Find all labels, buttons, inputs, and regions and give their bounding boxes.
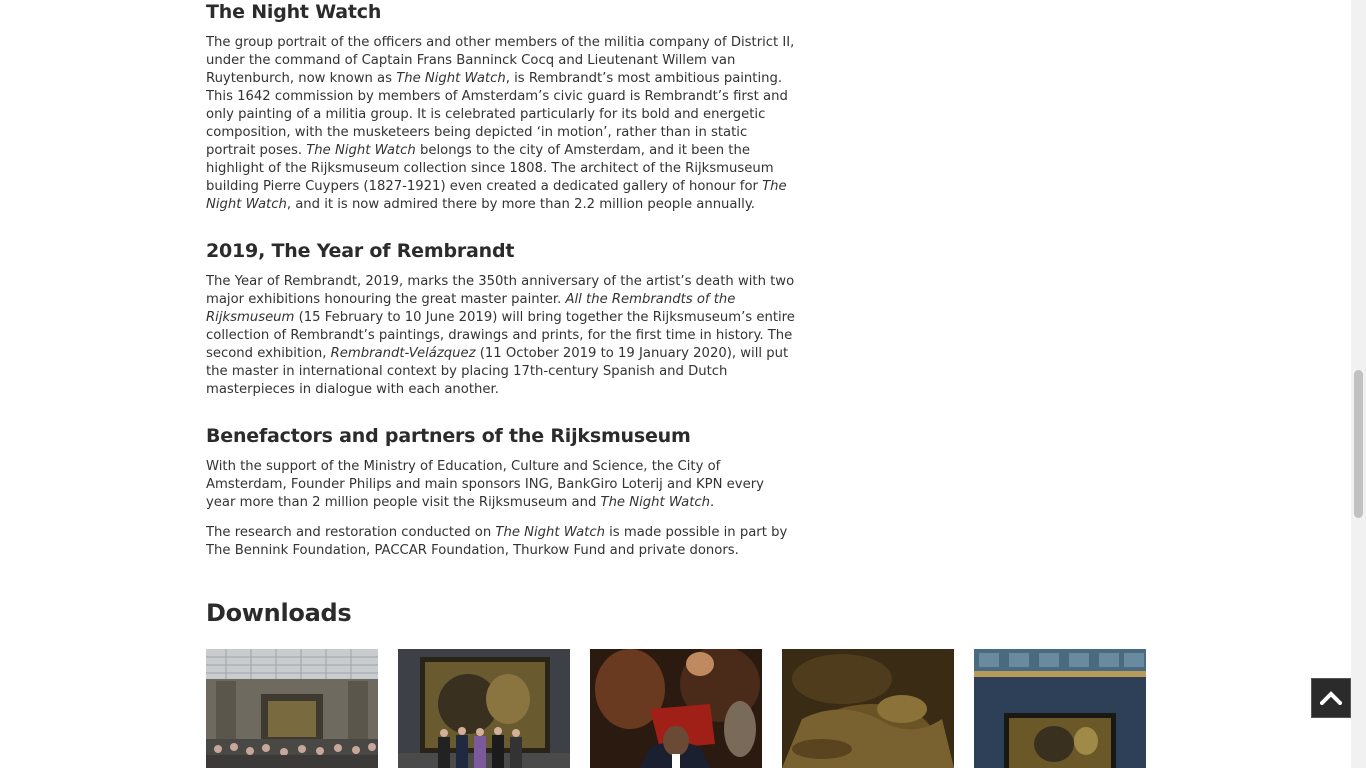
gallery-of-honour-photo-icon: [974, 649, 1146, 768]
paragraph-year-of-rembrandt: The Year of Rembrandt, 2019, marks the 3…: [206, 273, 796, 399]
scrollbar-thumb[interactable]: [1354, 370, 1363, 518]
text-run: .: [710, 495, 715, 510]
section-title-night-watch: The Night Watch: [206, 1, 382, 23]
italic-title-text: The Night Watch: [306, 143, 416, 158]
paragraph-night-watch: The group portrait of the officers and o…: [206, 34, 796, 214]
download-thumbnail-gallery-crowd[interactable]: [206, 649, 378, 768]
download-thumbnail-obama[interactable]: [590, 649, 762, 768]
italic-title-text: The Night Watch: [495, 525, 605, 540]
italic-title-text: The Night Watch: [396, 71, 506, 86]
chevron-up-icon: [1320, 691, 1342, 705]
text-run: The research and restoration conducted o…: [206, 525, 496, 540]
paragraph-benefactors-support: With the support of the Ministry of Educ…: [206, 458, 796, 512]
page-scrollbar[interactable]: [1351, 0, 1366, 768]
italic-title-text: The Night Watch: [600, 495, 711, 510]
section-title-benefactors: Benefactors and partners of the Rijksmus…: [206, 425, 691, 447]
obama-night-watch-photo-icon: [590, 649, 762, 768]
italic-title-text: Rembrandt-Velázquez: [330, 346, 476, 361]
painting-detail-photo-icon: [782, 649, 954, 768]
download-thumbnail-painting-detail[interactable]: [782, 649, 954, 768]
back-to-top-button[interactable]: [1311, 678, 1351, 718]
downloads-gallery: [206, 649, 1146, 768]
gallery-crowd-photo-icon: [206, 649, 378, 768]
download-thumbnail-group-photo[interactable]: [398, 649, 570, 768]
paragraph-benefactors-research: The research and restoration conducted o…: [206, 524, 796, 560]
download-thumbnail-gallery-of-honour[interactable]: [974, 649, 1146, 768]
text-run: , and it is now admired there by more th…: [286, 197, 755, 212]
group-photo-night-watch-icon: [398, 649, 570, 768]
section-title-year-of-rembrandt: 2019, The Year of Rembrandt: [206, 240, 515, 262]
downloads-title: Downloads: [206, 599, 352, 627]
